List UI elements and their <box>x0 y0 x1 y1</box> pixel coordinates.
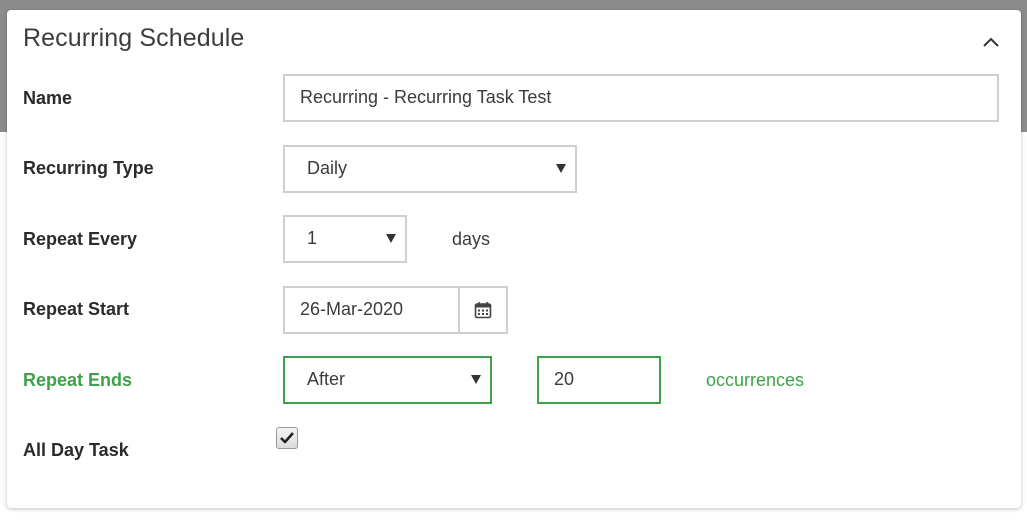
occurrences-unit: occurrences <box>706 370 805 390</box>
recurring-type-value: Daily <box>307 158 348 178</box>
repeat-ends-value: After <box>307 369 346 389</box>
repeat-start-date-input[interactable]: 26-Mar-2020 <box>283 286 460 334</box>
repeat-start-label: Repeat Start <box>23 299 130 319</box>
occurrences-input[interactable]: 20 <box>537 356 661 404</box>
calendar-icon <box>474 302 492 319</box>
name-label: Name <box>23 88 73 108</box>
recurring-type-label: Recurring Type <box>23 158 154 178</box>
collapse-button[interactable] <box>977 30 1005 54</box>
repeat-ends-label: Repeat Ends <box>23 370 133 390</box>
calendar-button[interactable] <box>458 286 508 334</box>
dropdown-caret-icon <box>556 164 566 173</box>
repeat-every-label: Repeat Every <box>23 229 138 249</box>
checkmark-icon <box>280 432 294 444</box>
repeat-every-value: 1 <box>307 228 318 248</box>
dropdown-caret-icon <box>471 375 481 384</box>
repeat-every-select[interactable]: 1 <box>283 215 407 263</box>
panel-title: Recurring Schedule <box>23 24 245 52</box>
name-input[interactable]: Recurring - Recurring Task Test <box>283 74 999 122</box>
all-day-task-checkbox[interactable] <box>276 427 298 449</box>
repeat-every-unit: days <box>452 229 491 249</box>
all-day-task-label: All Day Task <box>23 440 129 460</box>
chevron-up-icon <box>983 37 999 47</box>
repeat-start-date-value: 26-Mar-2020 <box>300 299 404 319</box>
dropdown-caret-icon <box>386 234 396 243</box>
recurring-type-select[interactable]: Daily <box>283 145 577 193</box>
name-input-value: Recurring - Recurring Task Test <box>300 87 552 107</box>
repeat-ends-select[interactable]: After <box>283 356 492 404</box>
occurrences-input-value: 20 <box>554 369 575 389</box>
